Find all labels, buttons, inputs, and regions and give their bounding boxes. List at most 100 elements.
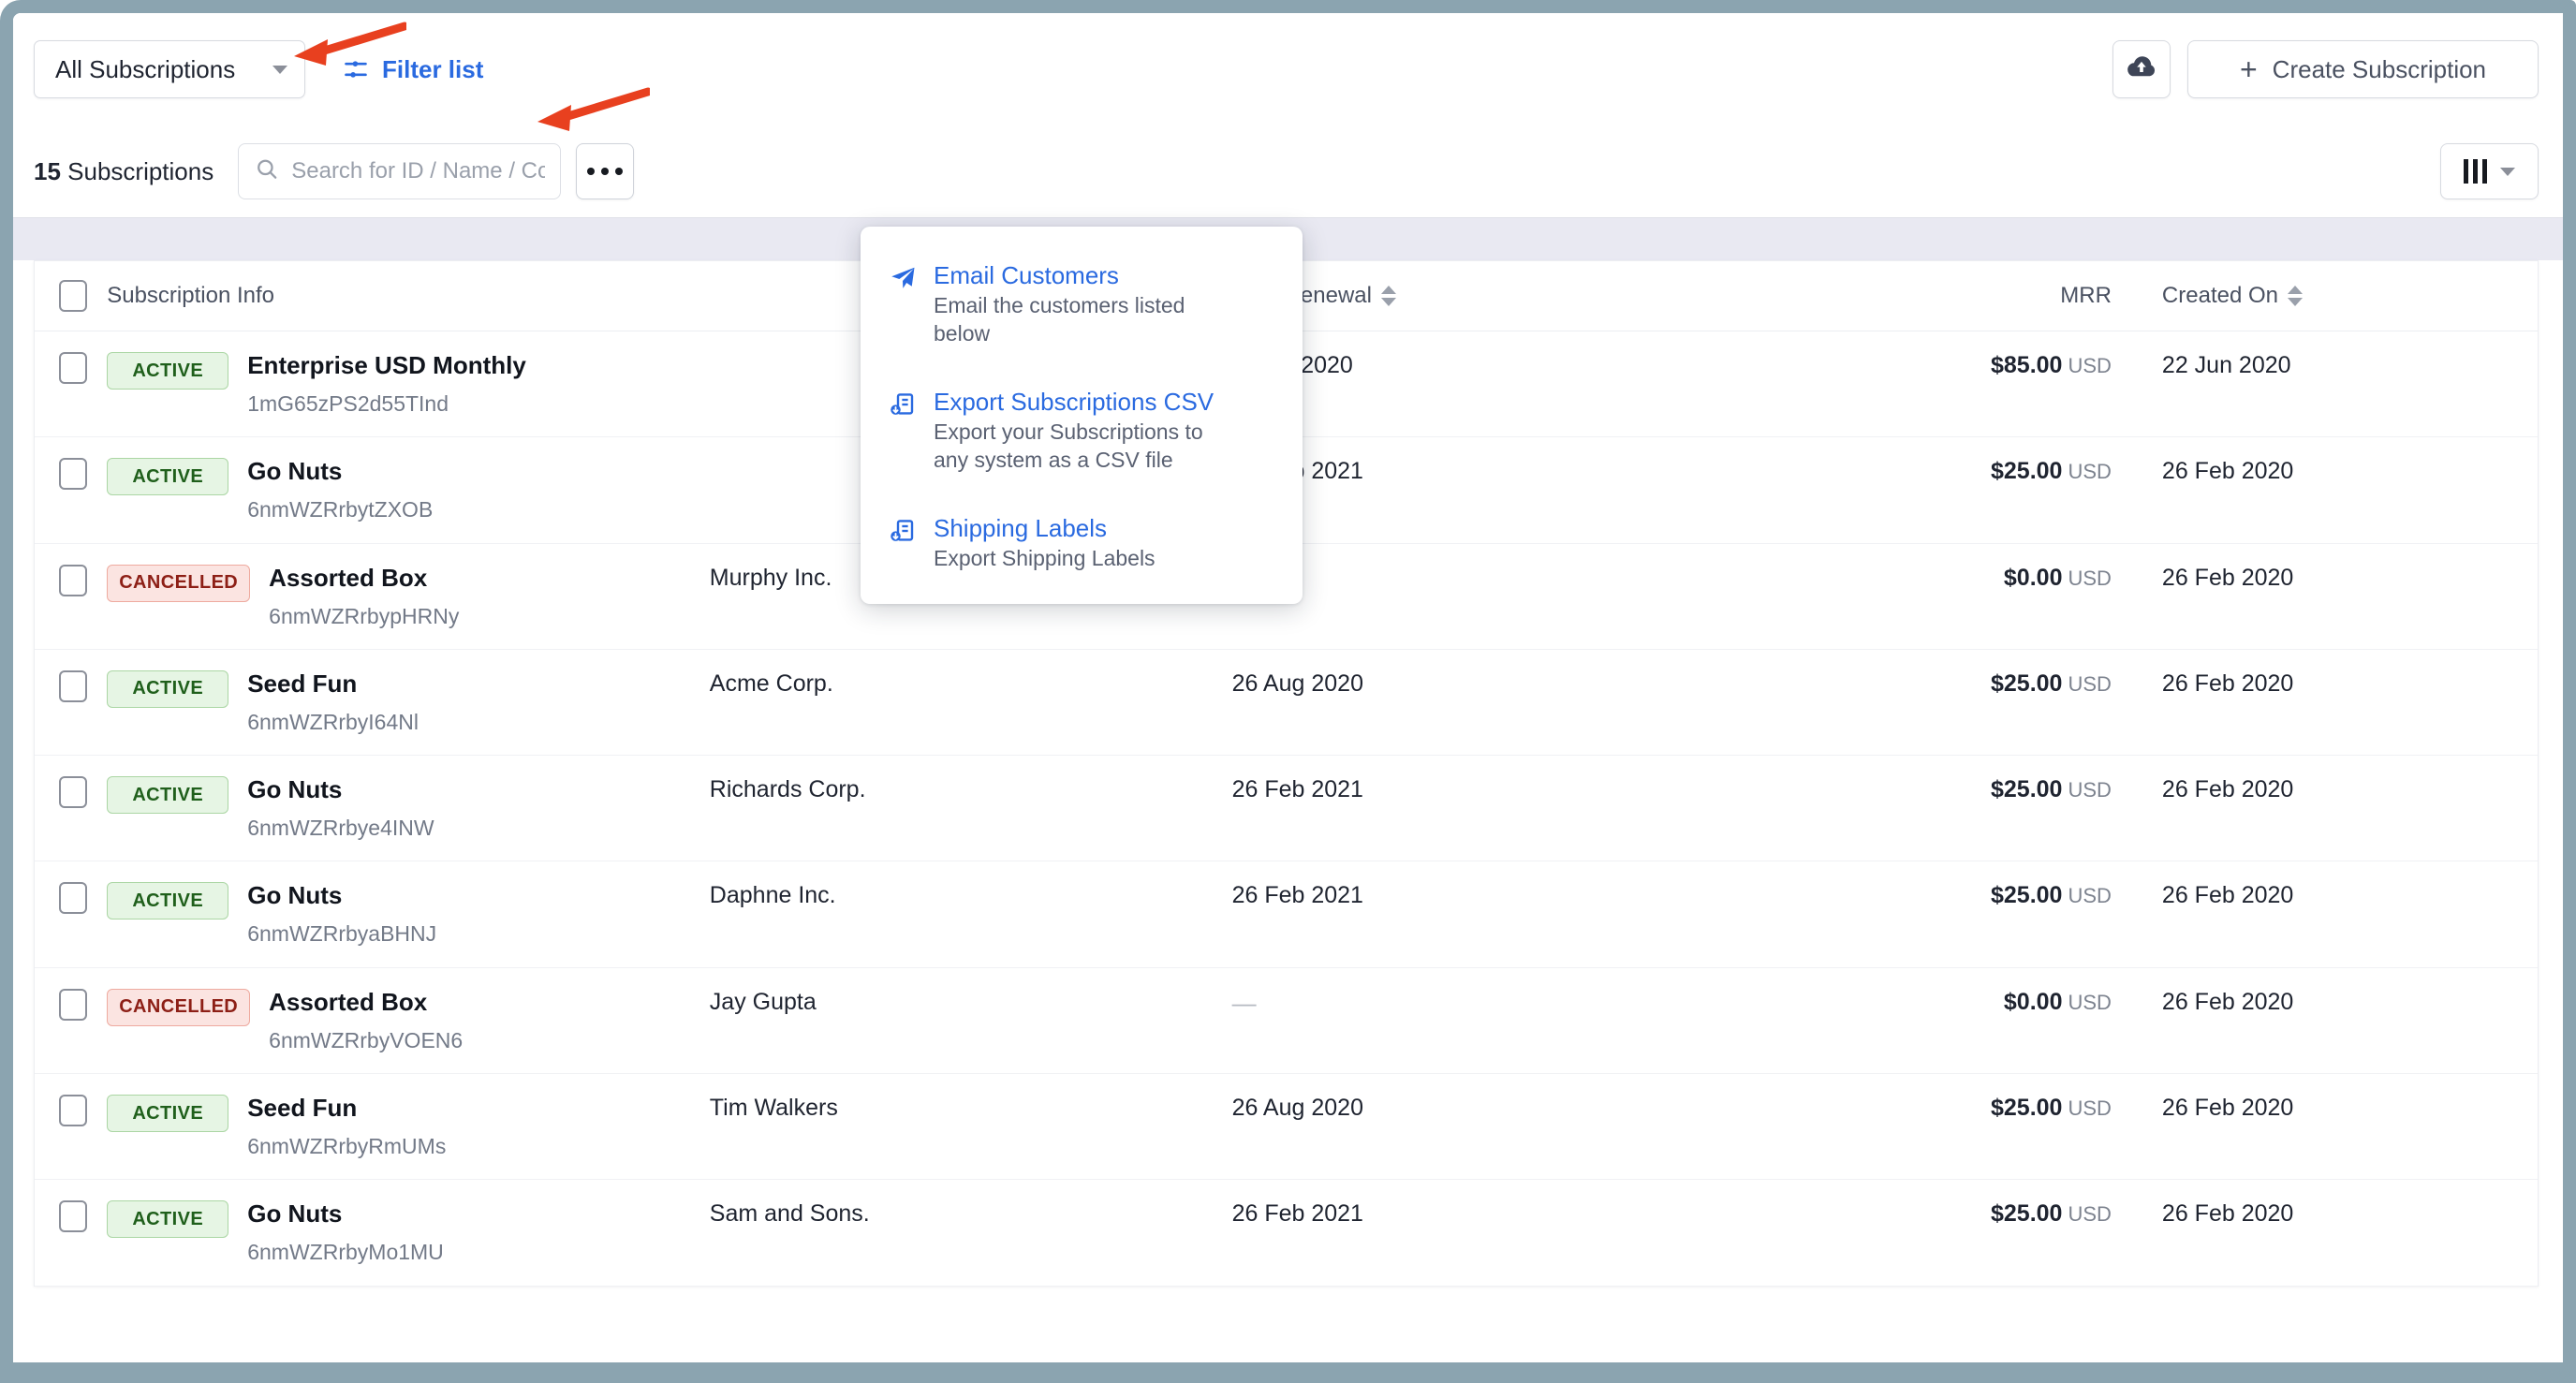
mrr-cell: $25.00USD <box>1694 649 2136 755</box>
created-on-cell: 26 Feb 2020 <box>2136 756 2538 861</box>
renewal-date: 26 Feb 2021 <box>1232 1200 1363 1227</box>
row-checkbox[interactable] <box>59 565 87 596</box>
mrr-cell: $25.00USD <box>1694 861 2136 967</box>
filter-list-button[interactable]: Filter list <box>343 55 483 84</box>
mrr-currency: USD <box>2068 1096 2111 1120</box>
mrr-currency: USD <box>2068 672 2111 696</box>
renewal-empty: — <box>1232 989 1257 1017</box>
row-select-cell <box>35 756 107 861</box>
row-checkbox[interactable] <box>59 1095 87 1126</box>
subscription-info-cell: ACTIVEEnterprise USD Monthly1mG65zPS2d55… <box>107 331 710 437</box>
table-row[interactable]: ACTIVESeed Fun6nmWZRrbyRmUMsTim Walkers2… <box>35 1074 2538 1180</box>
row-checkbox[interactable] <box>59 989 87 1021</box>
subscription-info-cell: ACTIVEGo Nuts6nmWZRrbytZXOB <box>107 437 710 543</box>
created-on-cell: 26 Feb 2020 <box>2136 543 2538 649</box>
created-on-cell: 26 Feb 2020 <box>2136 437 2538 543</box>
row-checkbox[interactable] <box>59 352 87 384</box>
subscription-name: Seed Fun <box>247 669 357 698</box>
filter-list-label: Filter list <box>382 55 483 84</box>
renewal-date: 26 Feb 2021 <box>1232 882 1363 908</box>
more-actions-button[interactable] <box>576 143 634 199</box>
menu-item-email-customers[interactable]: Email Customers Email the customers list… <box>861 251 1303 357</box>
mrr-currency: USD <box>2068 354 2111 377</box>
subscription-name: Seed Fun <box>247 1094 357 1122</box>
mrr-amount: $25.00 <box>1991 776 2062 802</box>
sort-icon[interactable] <box>1381 286 1396 306</box>
mrr-cell: $25.00USD <box>1694 1074 2136 1180</box>
subscription-id: 6nmWZRrbye4INW <box>247 817 434 840</box>
select-all-checkbox[interactable] <box>59 280 87 312</box>
create-subscription-button[interactable]: + Create Subscription <box>2187 40 2539 98</box>
table-row[interactable]: CANCELLEDAssorted Box6nmWZRrbyVOEN6Jay G… <box>35 967 2538 1073</box>
created-on-cell: 26 Feb 2020 <box>2136 649 2538 755</box>
subscription-filter-select-label: All Subscriptions <box>55 55 235 84</box>
subscription-id: 6nmWZRrbypHRNy <box>269 605 459 628</box>
created-on-cell: 26 Feb 2020 <box>2136 861 2538 967</box>
status-badge: CANCELLED <box>107 989 250 1026</box>
next-renewal-cell: 26 Aug 2020 <box>1232 1074 1694 1180</box>
table-row[interactable]: ACTIVEGo Nuts6nmWZRrbyMo1MUSam and Sons.… <box>35 1180 2538 1286</box>
column-header-subscription-info[interactable]: Subscription Info <box>107 261 710 331</box>
subscription-info-cell: ACTIVESeed Fun6nmWZRrbyRmUMs <box>107 1074 710 1180</box>
company-cell: Sam and Sons. <box>710 1180 1232 1286</box>
next-renewal-cell: 26 Feb 2021 <box>1232 756 1694 861</box>
mrr-amount: $0.00 <box>2004 565 2063 591</box>
row-checkbox[interactable] <box>59 458 87 490</box>
row-checkbox[interactable] <box>59 670 87 702</box>
import-upload-button[interactable] <box>2112 40 2171 98</box>
row-select-cell <box>35 1074 107 1180</box>
ellipsis-icon <box>601 168 609 175</box>
table-row[interactable]: ACTIVESeed Fun6nmWZRrbyI64NlAcme Corp.26… <box>35 649 2538 755</box>
mrr-currency: USD <box>2068 991 2111 1014</box>
file-download-icon <box>889 513 917 550</box>
menu-item-title: Email Customers <box>934 261 1119 289</box>
table-row[interactable]: ACTIVEGo Nuts6nmWZRrbye4INWRichards Corp… <box>35 756 2538 861</box>
subscription-count-word: Subscriptions <box>61 157 213 185</box>
mrr-amount: $85.00 <box>1991 352 2062 378</box>
row-checkbox[interactable] <box>59 776 87 808</box>
menu-item-export-subscriptions-csv[interactable]: Export Subscriptions CSV Export your Sub… <box>861 377 1303 483</box>
status-badge: ACTIVE <box>107 670 228 708</box>
chevron-down-icon <box>272 66 287 74</box>
row-checkbox[interactable] <box>59 882 87 914</box>
mrr-cell: $25.00USD <box>1694 437 2136 543</box>
subscription-info-cell: ACTIVESeed Fun6nmWZRrbyI64Nl <box>107 649 710 755</box>
mrr-cell: $25.00USD <box>1694 756 2136 861</box>
mrr-amount: $0.00 <box>2004 989 2063 1015</box>
subscription-filter-select[interactable]: All Subscriptions <box>34 40 305 98</box>
menu-item-shipping-labels[interactable]: Shipping Labels Export Shipping Labels <box>861 504 1303 581</box>
plus-icon: + <box>2240 54 2258 84</box>
created-on-cell: 22 Jun 2020 <box>2136 331 2538 437</box>
search-input[interactable] <box>238 143 561 199</box>
column-header-created-on[interactable]: Created On <box>2136 261 2538 331</box>
company-cell: Daphne Inc. <box>710 861 1232 967</box>
row-select-cell <box>35 437 107 543</box>
subscription-name: Go Nuts <box>247 881 342 909</box>
row-checkbox[interactable] <box>59 1200 87 1232</box>
menu-item-subtitle: Export your Subscriptions to any system … <box>934 418 1214 475</box>
subscription-id: 6nmWZRrbyMo1MU <box>247 1241 444 1264</box>
subscriptions-page: All Subscriptions Filter list <box>13 13 2563 1362</box>
next-renewal-cell: 26 Aug 2020 <box>1232 649 1694 755</box>
table-row[interactable]: ACTIVEGo Nuts6nmWZRrbyaBHNJDaphne Inc.26… <box>35 861 2538 967</box>
row-select-cell <box>35 1180 107 1286</box>
columns-icon <box>2464 159 2487 184</box>
created-on-cell: 26 Feb 2020 <box>2136 1180 2538 1286</box>
column-settings-button[interactable] <box>2440 143 2539 199</box>
row-select-cell <box>35 543 107 649</box>
ellipsis-icon <box>615 168 623 175</box>
mrr-cell: $0.00USD <box>1694 543 2136 649</box>
column-header-mrr: MRR <box>1694 261 2136 331</box>
mrr-cell: $25.00USD <box>1694 1180 2136 1286</box>
create-subscription-label: Create Subscription <box>2273 55 2486 84</box>
sort-icon[interactable] <box>2288 286 2303 306</box>
status-badge: ACTIVE <box>107 776 228 814</box>
mrr-currency: USD <box>2068 884 2111 907</box>
company-cell: Jay Gupta <box>710 967 1232 1073</box>
company-cell: Richards Corp. <box>710 756 1232 861</box>
status-badge: ACTIVE <box>107 352 228 390</box>
subscription-id: 1mG65zPS2d55TInd <box>247 392 526 416</box>
subscription-info-cell: ACTIVEGo Nuts6nmWZRrbyaBHNJ <box>107 861 710 967</box>
row-select-cell <box>35 861 107 967</box>
mrr-currency: USD <box>2068 460 2111 483</box>
